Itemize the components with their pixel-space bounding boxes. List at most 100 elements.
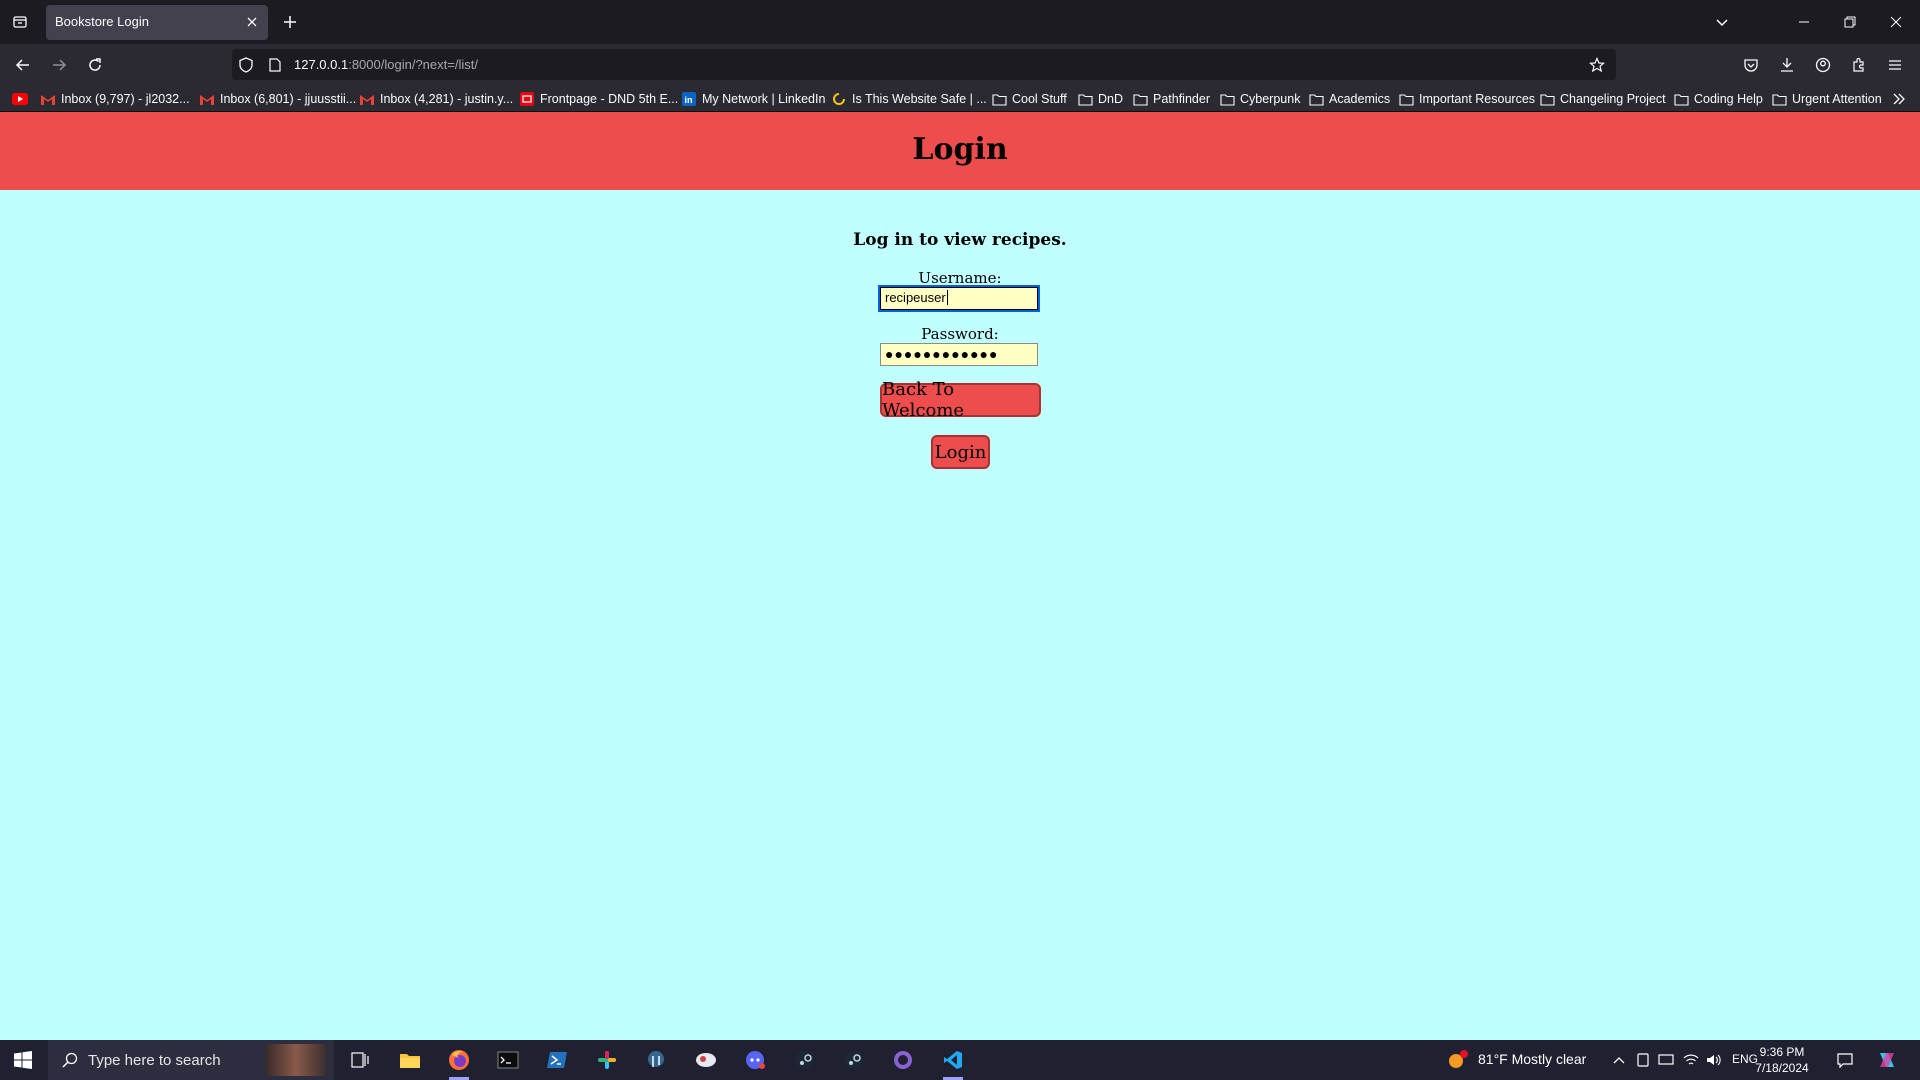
tab-title: Bookstore Login: [55, 14, 149, 29]
bookmark-folder-6[interactable]: Changeling Project: [1539, 90, 1666, 108]
extensions-icon[interactable]: [1846, 52, 1872, 78]
bookmark-label: Coding Help: [1694, 92, 1763, 106]
bookmark-label: Cyberpunk: [1240, 92, 1301, 106]
bookmarks-overflow-icon[interactable]: [1892, 90, 1906, 108]
pocket-icon[interactable]: [1738, 52, 1764, 78]
bookmark-label: Inbox (4,281) - justin.y...: [380, 92, 514, 106]
weather-icon[interactable]: [1447, 1049, 1469, 1071]
volume-icon[interactable]: [1705, 1051, 1723, 1069]
bookmark-youtube[interactable]: [12, 90, 33, 108]
folder-icon: [1673, 91, 1689, 107]
folder-icon: [1132, 91, 1148, 107]
shield-icon[interactable]: [237, 56, 255, 74]
folder-icon: [1219, 91, 1235, 107]
chevron-up-icon[interactable]: [1610, 1051, 1628, 1069]
firefox-icon[interactable]: [439, 1044, 479, 1080]
youtube-icon: [12, 91, 28, 107]
wifi-icon[interactable]: [1682, 1051, 1700, 1069]
password-input[interactable]: ●●●●●●●●●●●●: [880, 343, 1038, 366]
bookmark-folder-3[interactable]: Cyberpunk: [1219, 90, 1300, 108]
chevron-down-icon[interactable]: [1710, 10, 1734, 34]
back-to-welcome-button[interactable]: Back To Welcome: [880, 379, 1041, 421]
forward-icon[interactable]: [46, 52, 72, 78]
steam-icon-2[interactable]: [834, 1044, 874, 1076]
taskbar-search[interactable]: Type here to search: [48, 1040, 334, 1080]
page-icon[interactable]: [266, 56, 284, 74]
powershell-icon[interactable]: [537, 1044, 577, 1076]
browser-navigation-bar: 127.0.0.1:8000/login/?next=/list/: [0, 44, 1920, 85]
app-icon[interactable]: [686, 1044, 726, 1076]
tab-list-icon[interactable]: [8, 10, 32, 34]
terminal-icon[interactable]: [488, 1044, 528, 1076]
page-title: Login: [912, 132, 1008, 167]
username-input[interactable]: recipeuser: [878, 285, 1040, 312]
copilot-icon[interactable]: [1876, 1049, 1898, 1071]
bookmark-folder-4[interactable]: Academics: [1308, 90, 1390, 108]
bookmark-folder-2[interactable]: Pathfinder: [1132, 90, 1210, 108]
bookmark-item-4[interactable]: in My Network | LinkedIn: [681, 90, 825, 108]
bookmark-folder-0[interactable]: Cool Stuff: [991, 90, 1067, 108]
clock-date: 7/18/2024: [1755, 1061, 1809, 1075]
task-view-icon[interactable]: [340, 1044, 380, 1076]
bookmark-label: Frontpage - DND 5th E...: [540, 92, 679, 106]
clock[interactable]: 9:36 PM 7/18/2024: [1752, 1044, 1812, 1076]
star-icon[interactable]: [1588, 56, 1606, 74]
windows-taskbar: Type here to search 81°F Mostly clear EN…: [0, 1040, 1920, 1080]
intro-text: Log in to view recipes.: [853, 230, 1067, 250]
folder-icon: [1077, 91, 1093, 107]
svg-text:in: in: [685, 95, 693, 105]
new-tab-icon[interactable]: [280, 12, 300, 32]
folder-icon: [1398, 91, 1414, 107]
file-explorer-icon[interactable]: [390, 1044, 430, 1076]
vscode-icon[interactable]: [933, 1044, 973, 1080]
gmail-icon: [40, 91, 56, 107]
notifications-icon[interactable]: [1836, 1051, 1854, 1069]
bookmark-label: Pathfinder: [1153, 92, 1210, 106]
bookmarks-toolbar: Inbox (9,797) - jl2032... Inbox (6,801) …: [0, 85, 1920, 112]
display-icon[interactable]: [1657, 1051, 1675, 1069]
bookmark-folder-5[interactable]: Important Resources: [1398, 90, 1535, 108]
bookmark-item-2[interactable]: Inbox (4,281) - justin.y...: [359, 90, 513, 108]
close-icon[interactable]: [244, 14, 260, 30]
windows-start-icon[interactable]: [0, 1040, 46, 1080]
bookmark-label: Important Resources: [1419, 92, 1536, 106]
page-content: Login Log in to view recipes. Username: …: [0, 112, 1920, 1040]
search-icon: [62, 1052, 78, 1068]
bookmark-item-1[interactable]: Inbox (6,801) - jjuusstii...: [199, 90, 356, 108]
slack-icon[interactable]: [587, 1044, 627, 1076]
account-icon[interactable]: [1810, 52, 1836, 78]
menu-icon[interactable]: [1882, 52, 1908, 78]
url-host: 127.0.0.1: [294, 57, 349, 72]
weather-text[interactable]: 81°F Mostly clear: [1478, 1051, 1586, 1067]
steam-icon[interactable]: [785, 1044, 825, 1076]
tab-bookstore-login[interactable]: Bookstore Login: [46, 5, 268, 40]
dnd-icon: [519, 91, 535, 107]
bookmark-folder-8[interactable]: Urgent Attention: [1771, 90, 1882, 108]
login-button[interactable]: Login: [931, 435, 990, 469]
bookmark-folder-1[interactable]: DnD: [1077, 90, 1123, 108]
bookmark-item-0[interactable]: Inbox (9,797) - jl2032...: [40, 90, 190, 108]
bookmark-label: Changeling Project: [1560, 92, 1666, 106]
clock-time: 9:36 PM: [1759, 1045, 1805, 1059]
url-text: 127.0.0.1:8000/login/?next=/list/: [294, 57, 478, 72]
github-desktop-icon[interactable]: [883, 1044, 923, 1076]
device-icon[interactable]: [1634, 1051, 1652, 1069]
postgresql-icon[interactable]: [636, 1044, 676, 1076]
bookmark-item-3[interactable]: Frontpage - DND 5th E...: [519, 90, 678, 108]
back-icon[interactable]: [10, 52, 36, 78]
downloads-icon[interactable]: [1774, 52, 1800, 78]
linkedin-icon: in: [681, 91, 697, 107]
password-label: Password:: [921, 325, 999, 343]
discord-icon[interactable]: [735, 1044, 775, 1076]
bookmark-folder-7[interactable]: Coding Help: [1673, 90, 1763, 108]
gmail-icon: [199, 91, 215, 107]
folder-icon: [991, 91, 1007, 107]
restore-icon[interactable]: [1838, 10, 1862, 34]
bookmark-item-5[interactable]: Is This Website Safe | ...: [831, 90, 987, 108]
close-window-icon[interactable]: [1884, 10, 1908, 34]
url-bar[interactable]: 127.0.0.1:8000/login/?next=/list/: [232, 49, 1616, 80]
reload-icon[interactable]: [82, 52, 108, 78]
minimize-icon[interactable]: [1792, 10, 1816, 34]
folder-icon: [1539, 91, 1555, 107]
page-header: Login: [0, 112, 1920, 190]
